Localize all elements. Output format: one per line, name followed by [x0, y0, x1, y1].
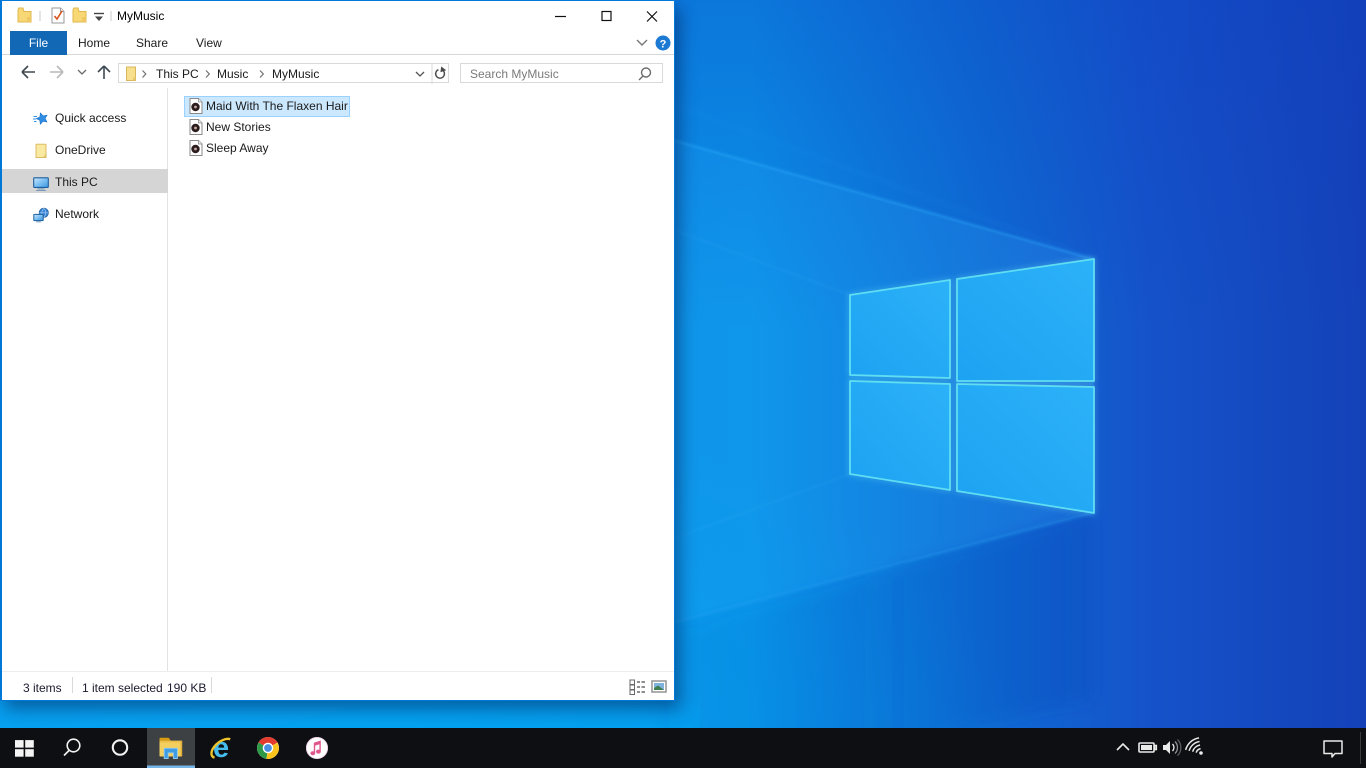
svg-text:e: e — [213, 732, 229, 764]
svg-text:?: ? — [660, 39, 667, 51]
